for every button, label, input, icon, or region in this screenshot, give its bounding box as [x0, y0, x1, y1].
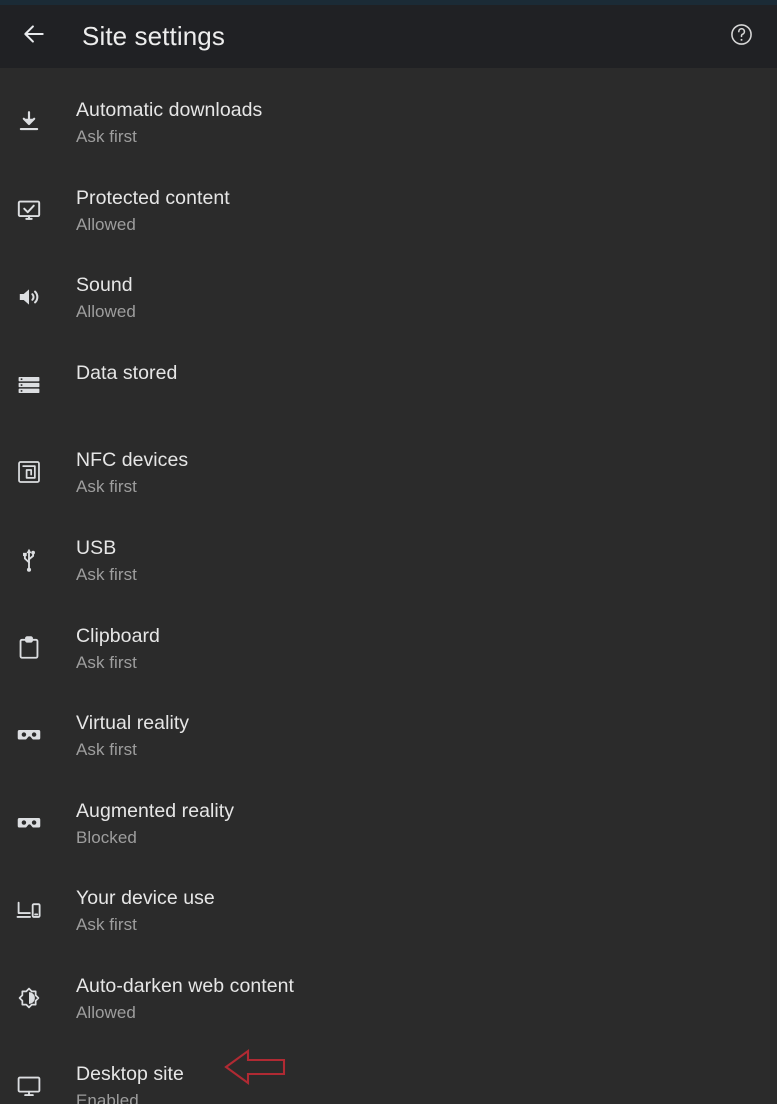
sound-icon	[12, 280, 46, 314]
clipboard-icon	[12, 631, 46, 665]
list-item[interactable]: Protected content Allowed	[0, 169, 777, 257]
list-item-title: Desktop site	[76, 1062, 184, 1085]
back-button[interactable]	[12, 15, 56, 59]
list-item-text: Clipboard Ask first	[76, 607, 777, 675]
list-item-text: Desktop site Enabled	[76, 1045, 777, 1104]
list-item-status: Blocked	[76, 827, 137, 847]
help-circle-icon	[729, 22, 754, 52]
list-item-status: Ask first	[76, 652, 137, 672]
list-item[interactable]: Desktop site Enabled	[0, 1045, 777, 1104]
storage-icon	[12, 368, 46, 402]
list-item-text: Protected content Allowed	[76, 169, 777, 237]
list-item-title: Protected content	[76, 186, 230, 209]
vr-goggles-icon	[12, 718, 46, 752]
ar-goggles-icon	[12, 806, 46, 840]
list-item-text: Your device use Ask first	[76, 869, 777, 937]
page-title: Site settings	[82, 21, 225, 51]
list-item-title: Sound	[76, 274, 133, 297]
list-item[interactable]: USB Ask first	[0, 519, 777, 607]
download-icon	[12, 105, 46, 139]
list-item-status: Enabled	[76, 1090, 139, 1104]
list-item-text: Sound Allowed	[76, 256, 777, 324]
list-item[interactable]: Virtual reality Ask first	[0, 694, 777, 782]
list-item-text: Auto-darken web content Allowed	[76, 957, 777, 1025]
list-item-text: Data stored	[76, 344, 777, 386]
list-item[interactable]: Data stored	[0, 344, 777, 432]
list-item-title: Your device use	[76, 887, 215, 910]
list-item-title: Clipboard	[76, 624, 160, 647]
list-item[interactable]: Your device use Ask first	[0, 869, 777, 957]
list-item-title: Augmented reality	[76, 799, 235, 822]
site-settings-list: Automatic downloads Ask first Protected …	[0, 68, 777, 1104]
list-item[interactable]: Auto-darken web content Allowed	[0, 957, 777, 1045]
list-item[interactable]: Sound Allowed	[0, 256, 777, 344]
list-item-status: Allowed	[76, 302, 136, 322]
list-item-title: USB	[76, 536, 117, 559]
app-bar: Site settings	[0, 5, 777, 68]
list-item-title: Virtual reality	[76, 712, 190, 735]
list-item-status: Allowed	[76, 214, 136, 234]
list-item[interactable]: Clipboard Ask first	[0, 607, 777, 695]
list-item-title: Automatic downloads	[76, 99, 263, 121]
list-item-title: Data stored	[76, 361, 178, 384]
list-item-text: NFC devices Ask first	[76, 431, 777, 499]
brightness-icon	[12, 981, 46, 1015]
list-item-text: Augmented reality Blocked	[76, 782, 777, 850]
list-item[interactable]: Automatic downloads Ask first	[0, 81, 777, 169]
help-button[interactable]	[721, 17, 761, 57]
list-item-status: Ask first	[76, 477, 137, 497]
list-item-text: Virtual reality Ask first	[76, 694, 777, 762]
list-item-status: Ask first	[76, 564, 137, 584]
nfc-icon	[12, 455, 46, 489]
arrow-back-icon	[21, 21, 47, 52]
protected-content-icon	[12, 193, 46, 227]
list-item-text: USB Ask first	[76, 519, 777, 587]
site-settings-screen: Site settings Automatic downloads Ask fi…	[0, 0, 777, 1104]
list-item-status: Ask first	[76, 127, 137, 146]
usb-icon	[12, 543, 46, 577]
list-item-title: NFC devices	[76, 449, 189, 472]
list-item[interactable]: Augmented reality Blocked	[0, 782, 777, 870]
list-item[interactable]: NFC devices Ask first	[0, 431, 777, 519]
desktop-monitor-icon	[12, 1069, 46, 1103]
list-item-title: Auto-darken web content	[76, 974, 294, 997]
list-item-status: Allowed	[76, 1002, 136, 1022]
list-item-status: Ask first	[76, 740, 137, 760]
list-item-text: Automatic downloads Ask first	[76, 81, 777, 149]
list-item-status: Ask first	[76, 915, 137, 935]
devices-icon	[12, 893, 46, 927]
